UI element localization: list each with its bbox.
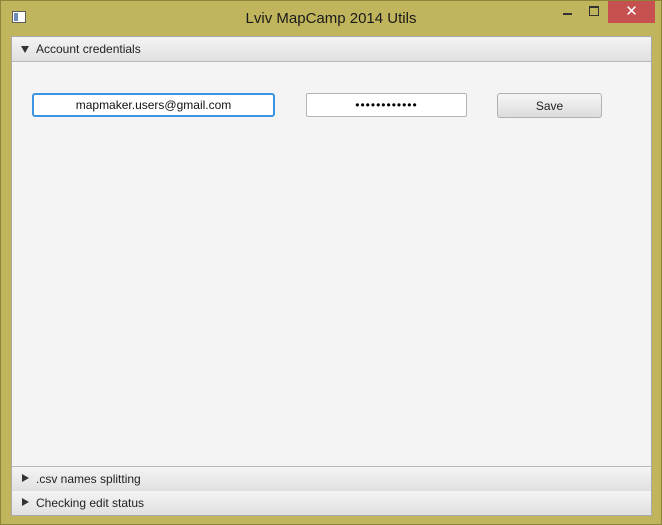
email-field[interactable] [32, 93, 275, 117]
pane-title: .csv names splitting [36, 472, 141, 486]
save-button[interactable]: Save [497, 93, 602, 118]
pane-account-credentials[interactable]: Account credentials [12, 37, 651, 62]
collapsed-arrow-icon [22, 474, 29, 482]
pane-title: Checking edit status [36, 496, 145, 510]
expanded-arrow-icon [21, 46, 29, 53]
app-window: Lviv MapCamp 2014 Utils ✕ Account creden… [0, 0, 662, 525]
accordion: Account credentials Save .csv names spli… [11, 36, 652, 516]
collapsed-arrow-icon [22, 498, 29, 506]
close-button[interactable]: ✕ [608, 1, 655, 23]
minimize-button[interactable] [554, 1, 581, 23]
maximize-button[interactable] [581, 1, 608, 23]
pane-csv-names-splitting[interactable]: .csv names splitting [12, 466, 651, 492]
pane-checking-edit-status[interactable]: Checking edit status [12, 491, 651, 515]
pane-title: Account credentials [36, 42, 141, 56]
password-field[interactable] [306, 93, 467, 117]
title-bar[interactable]: Lviv MapCamp 2014 Utils ✕ [1, 1, 661, 36]
